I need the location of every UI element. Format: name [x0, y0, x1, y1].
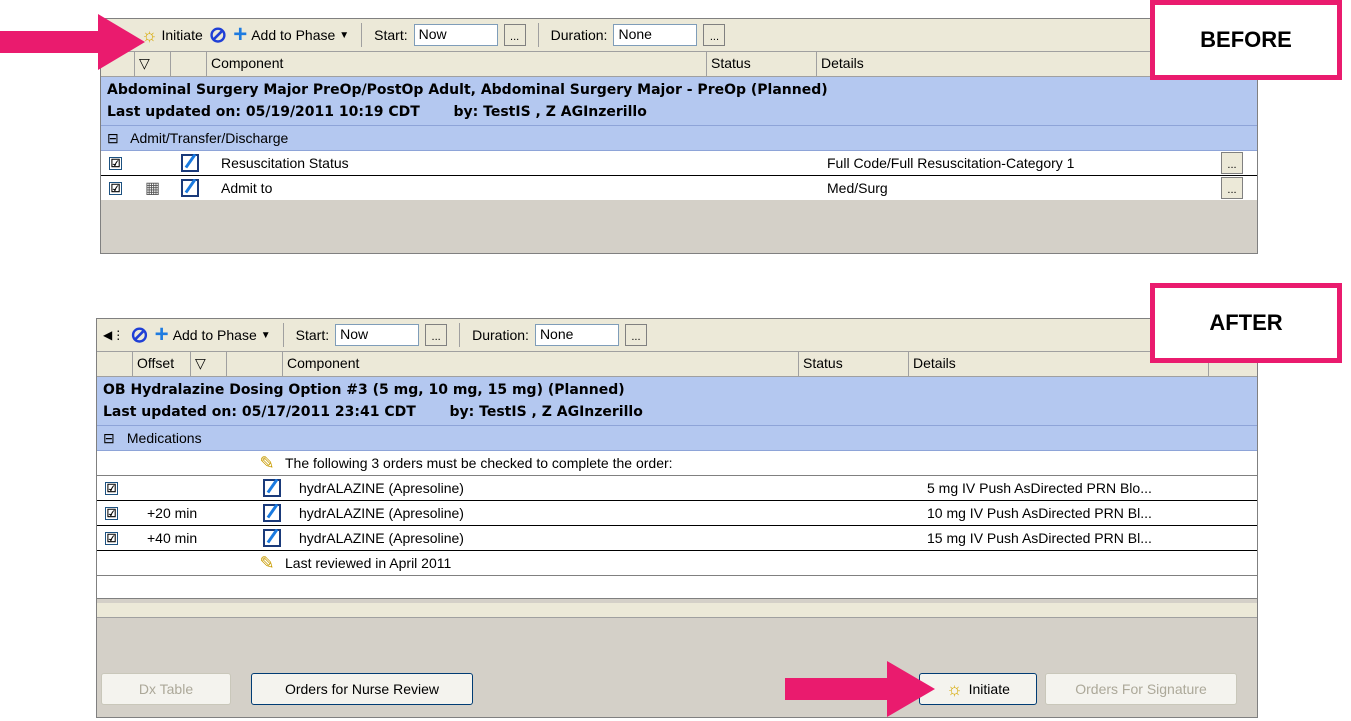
row-details: Med/Surg: [827, 180, 888, 196]
row-checkbox[interactable]: ☑: [109, 156, 122, 170]
column-status[interactable]: Status: [707, 52, 817, 76]
start-field[interactable]: Now: [335, 324, 420, 346]
duration-label: Duration:: [550, 27, 608, 43]
row-offset: +40 min: [147, 530, 198, 546]
plus-icon: +: [154, 321, 169, 348]
plan-title: OB Hydralazine Dosing Option #3 (5 mg, 1…: [103, 382, 625, 398]
table-row[interactable]: ☑ Resuscitation Status Full Code/Full Re…: [101, 151, 1257, 176]
before-toolbar: ☼ Initiate ⊘ + Add to Phase ▼ Start: Now…: [101, 19, 1257, 52]
order-icon: [181, 179, 199, 197]
row-component: Resuscitation Status: [221, 155, 349, 171]
table-row[interactable]: ☑ +20 min hydrALAZINE (Apresoline) 10 mg…: [97, 501, 1257, 526]
start-label: Start:: [374, 27, 408, 43]
row-component: hydrALAZINE (Apresoline): [299, 530, 464, 546]
order-icon: [181, 154, 199, 172]
after-label: AFTER: [1150, 283, 1342, 363]
duration-label: Duration:: [472, 327, 529, 343]
row-checkbox[interactable]: ☑: [105, 531, 118, 545]
collapse-icon[interactable]: ⊟: [103, 426, 123, 450]
note-text: The following 3 orders must be checked t…: [285, 455, 673, 471]
row-checkbox[interactable]: ☑: [105, 506, 118, 520]
discontinue-icon[interactable]: ⊘: [130, 324, 148, 346]
duration-field[interactable]: None: [613, 24, 698, 46]
row-checkbox[interactable]: ☑: [105, 481, 118, 495]
updated-by: by: TestIS , Z AGInzerillo: [449, 404, 643, 420]
row-component: Admit to: [221, 180, 273, 196]
start-ellipsis-button[interactable]: ...: [425, 324, 448, 346]
updated-by: by: TestIS , Z AGInzerillo: [453, 104, 647, 120]
table-row[interactable]: ☑ +40 min hydrALAZINE (Apresoline) 15 mg…: [97, 526, 1257, 551]
table-row[interactable]: ☑ hydrALAZINE (Apresoline) 5 mg IV Push …: [97, 476, 1257, 501]
lightbulb-icon: ☼: [946, 679, 963, 699]
note-row: ✎ The following 3 orders must be checked…: [97, 451, 1257, 476]
row-component: hydrALAZINE (Apresoline): [299, 505, 464, 521]
row-details: 10 mg IV Push AsDirected PRN Bl...: [927, 505, 1152, 521]
table-row[interactable]: ☑ ▦ Admit to Med/Surg ...: [101, 176, 1257, 200]
discontinue-icon[interactable]: ⊘: [209, 24, 227, 46]
initiate-button[interactable]: ☼ Initiate: [141, 26, 203, 44]
order-icon: [263, 479, 281, 497]
dx-table-button[interactable]: Dx Table: [101, 673, 231, 705]
column-offset[interactable]: Offset: [133, 352, 191, 376]
after-panel: ◀⋮ ⊘ + Add to Phase ▼ Start: Now ... Dur…: [96, 318, 1258, 718]
pointer-arrow-icon: [0, 14, 145, 70]
before-label: BEFORE: [1150, 0, 1342, 80]
column-status[interactable]: Status: [799, 352, 909, 376]
pointer-arrow-icon: [785, 661, 935, 717]
last-updated: Last updated on: 05/19/2011 10:19 CDT: [107, 104, 420, 120]
collapse-icon[interactable]: ⊟: [107, 126, 127, 150]
note-text: Last reviewed in April 2011: [285, 555, 452, 571]
dropdown-arrow-icon: ▼: [339, 29, 350, 41]
plan-title: Abdominal Surgery Major PreOp/PostOp Adu…: [107, 82, 828, 98]
note-page-icon: ▦: [145, 180, 161, 197]
after-column-header: Offset ▽ Component Status Details: [97, 352, 1257, 377]
duration-ellipsis-button[interactable]: ...: [703, 24, 726, 46]
column-component[interactable]: Component: [283, 352, 799, 376]
section-medications[interactable]: ⊟ Medications: [97, 425, 1257, 451]
duration-ellipsis-button[interactable]: ...: [624, 324, 647, 346]
row-ellipsis-button[interactable]: ...: [1221, 152, 1243, 174]
add-to-phase-button[interactable]: + Add to Phase ▼: [155, 323, 271, 347]
orders-for-nurse-review-button[interactable]: Orders for Nurse Review: [251, 673, 473, 705]
sticky-note-icon: ✎: [259, 554, 275, 572]
row-component: hydrALAZINE (Apresoline): [299, 480, 464, 496]
row-checkbox[interactable]: ☑: [109, 181, 122, 195]
note-row: ✎ Last reviewed in April 2011: [97, 551, 1257, 576]
before-column-header: ▽ Component Status Details: [101, 52, 1257, 77]
after-plan-header: OB Hydralazine Dosing Option #3 (5 mg, 1…: [97, 377, 1257, 425]
before-panel: ☼ Initiate ⊘ + Add to Phase ▼ Start: Now…: [100, 18, 1258, 254]
duration-field[interactable]: None: [534, 324, 619, 346]
bottom-button-bar: Dx Table Orders for Nurse Review ☼ Initi…: [97, 673, 1257, 717]
horizontal-scrollbar[interactable]: [97, 603, 1257, 618]
initiate-button[interactable]: ☼ Initiate: [919, 673, 1037, 705]
order-icon: [263, 504, 281, 522]
last-updated: Last updated on: 05/17/2011 23:41 CDT: [103, 404, 416, 420]
row-ellipsis-button[interactable]: ...: [1221, 177, 1243, 199]
row-details: Full Code/Full Resuscitation-Category 1: [827, 155, 1075, 171]
column-component[interactable]: Component: [207, 52, 707, 76]
order-icon: [263, 529, 281, 547]
start-label: Start:: [295, 327, 330, 343]
orders-for-signature-button[interactable]: Orders For Signature: [1045, 673, 1237, 705]
sticky-note-icon: ✎: [259, 454, 275, 472]
filter-icon[interactable]: ▽: [191, 352, 227, 376]
row-details: 15 mg IV Push AsDirected PRN Bl...: [927, 530, 1152, 546]
start-field[interactable]: Now: [413, 24, 498, 46]
row-details: 5 mg IV Push AsDirected PRN Blo...: [927, 480, 1152, 496]
after-toolbar: ◀⋮ ⊘ + Add to Phase ▼ Start: Now ... Dur…: [97, 319, 1257, 352]
before-plan-header: Abdominal Surgery Major PreOp/PostOp Adu…: [101, 77, 1257, 125]
add-to-phase-button[interactable]: + Add to Phase ▼: [233, 23, 349, 47]
speaker-icon[interactable]: ◀⋮: [103, 328, 124, 342]
section-admit-transfer-discharge[interactable]: ⊟ Admit/Transfer/Discharge: [101, 125, 1257, 151]
row-offset: +20 min: [147, 505, 198, 521]
dropdown-arrow-icon: ▼: [260, 329, 271, 341]
start-ellipsis-button[interactable]: ...: [503, 24, 526, 46]
plus-icon: +: [233, 21, 248, 48]
